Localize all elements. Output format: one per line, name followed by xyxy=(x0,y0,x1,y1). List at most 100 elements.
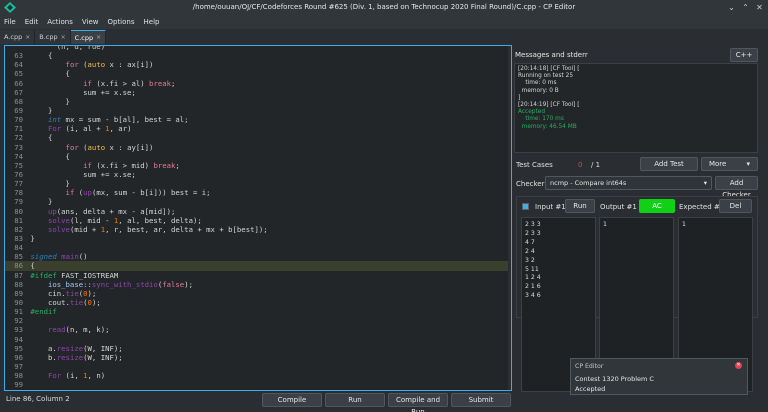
notification-close-icon[interactable]: ✕ xyxy=(735,362,742,369)
code-line[interactable]: 88 ios_base::sync_with_stdio(false); xyxy=(5,280,511,289)
compile-and-run-button[interactable]: Compile and Run xyxy=(388,393,448,412)
code-line[interactable]: 68 } xyxy=(5,97,511,106)
notification-popup[interactable]: CP Editor ✕ Contest 1320 Problem C Accep… xyxy=(570,358,748,395)
code-line[interactable]: 99 xyxy=(5,380,511,389)
code-text: for (auto x : ax[i]) xyxy=(65,60,154,70)
input-label: Input #1 xyxy=(535,203,566,211)
close-icon[interactable]: ✕ xyxy=(755,3,764,12)
code-line[interactable]: 82 solve(mid + 1, r, best, ar, delta + m… xyxy=(5,225,511,234)
line-number: 92 xyxy=(14,316,23,326)
menu-actions[interactable]: Actions xyxy=(47,18,73,26)
code-line[interactable]: 63 { xyxy=(5,51,511,60)
compile-button[interactable]: Compile xyxy=(262,393,322,407)
code-line[interactable]: 76 sum += x.se; xyxy=(5,170,511,179)
code-line[interactable]: 84 xyxy=(5,243,511,252)
code-line[interactable]: 72 { xyxy=(5,133,511,142)
tab-close-icon[interactable]: × xyxy=(61,34,66,41)
code-line[interactable]: 86 { xyxy=(5,261,511,271)
messages-title: Messages and stderr xyxy=(515,51,588,59)
code-line[interactable]: 67 sum += x.se; xyxy=(5,88,511,97)
code-text: } xyxy=(26,197,53,207)
menu-edit[interactable]: Edit xyxy=(25,18,39,26)
line-number: 93 xyxy=(14,325,23,335)
maximize-icon[interactable]: ⌃ xyxy=(741,3,750,12)
line-number: 97 xyxy=(14,361,23,371)
line-number: 81 xyxy=(14,215,23,225)
code-line[interactable]: 73 for (auto x : ay[i]) xyxy=(5,143,511,152)
code-line[interactable]: 74 { xyxy=(5,152,511,161)
menu-view[interactable]: View xyxy=(82,18,99,26)
code-line[interactable]: 85 signed main() xyxy=(5,252,511,261)
testcase-checkbox[interactable] xyxy=(522,203,529,210)
code-line[interactable]: 91 #endif xyxy=(5,307,511,316)
title-bar: /home/ouuan/OJ/CF/Codeforces Round #625 … xyxy=(0,0,768,15)
delete-test-button[interactable]: Del xyxy=(719,199,752,213)
line-number: 96 xyxy=(14,352,23,362)
code-line[interactable]: 79 } xyxy=(5,197,511,206)
tab-c-cpp[interactable]: C.cpp × xyxy=(70,30,107,44)
input-line: 4 7 xyxy=(525,238,535,246)
code-line[interactable]: 92 xyxy=(5,316,511,325)
file-tabs: A.cpp × B.cpp × C.cpp × xyxy=(0,30,120,44)
code-text: if (up(mx, sum - b[i])) best = i; xyxy=(65,188,211,198)
notification-title: CP Editor xyxy=(575,363,604,370)
run-test-button[interactable]: Run xyxy=(565,199,595,213)
message-line: ] xyxy=(518,94,521,101)
code-line[interactable]: 93 read(n, m, k); xyxy=(5,325,511,334)
code-line[interactable]: 78 if (up(mx, sum - b[i])) best = i; xyxy=(5,188,511,197)
more-button[interactable]: More ▾ xyxy=(701,157,758,171)
submit-button[interactable]: Submit xyxy=(451,393,511,407)
checker-select[interactable]: ncmp - Compare int64s ▾ xyxy=(545,176,712,190)
line-number: 86 xyxy=(14,261,23,271)
code-line[interactable]: 95 a.resize(W, INF); xyxy=(5,344,511,353)
code-line[interactable]: 65 { xyxy=(5,69,511,78)
tab-close-icon[interactable]: × xyxy=(96,34,101,41)
code-line[interactable]: 64 for (auto x : ax[i]) xyxy=(5,60,511,69)
code-line[interactable]: 90 cout.tie(0); xyxy=(5,298,511,307)
tab-close-icon[interactable]: × xyxy=(25,34,30,41)
code-editor[interactable]: (n, d, rue) 63 {64 for (auto x : ax[i]) 65… xyxy=(4,45,512,391)
code-line[interactable]: 83 } xyxy=(5,234,511,243)
code-line[interactable]: 81 solve(l, mid - 1, al, best, delta); xyxy=(5,216,511,225)
code-line[interactable]: 71 For (i, al + 1, ar) xyxy=(5,124,511,133)
code-line[interactable]: 66 if (x.fi > al) break; xyxy=(5,79,511,88)
code-line[interactable]: 80 up(ans, delta + mx - a[mid]); xyxy=(5,207,511,216)
code-line[interactable]: 98 For (i, 1, n) xyxy=(5,371,511,380)
menu-bar: File Edit Actions View Options Help xyxy=(0,15,768,29)
code-line[interactable]: 70 int mx = sum - b[al], best = al; xyxy=(5,115,511,124)
code-text: up(ans, delta + mx - a[mid]); xyxy=(47,206,176,216)
add-test-button[interactable]: Add Test xyxy=(640,157,698,171)
run-button[interactable]: Run xyxy=(325,393,385,407)
tab-b-cpp[interactable]: B.cpp × xyxy=(35,30,71,44)
input-line: 2 3 3 xyxy=(525,229,541,237)
code-line[interactable]: 87 #ifdef FAST_IOSTREAM xyxy=(5,271,511,280)
menu-file[interactable]: File xyxy=(4,18,16,26)
message-line: time: 170 ms xyxy=(518,116,564,123)
line-number: 67 xyxy=(14,87,23,97)
menu-help[interactable]: Help xyxy=(144,18,160,26)
tab-a-cpp[interactable]: A.cpp × xyxy=(0,30,36,44)
message-line: Accepted xyxy=(518,109,546,116)
minimize-icon[interactable]: ⌄ xyxy=(727,3,736,12)
code-line[interactable]: 96 b.resize(W, INF); xyxy=(5,353,511,362)
test-cases-label: Test Cases xyxy=(516,161,553,169)
code-text: { xyxy=(26,133,53,143)
menu-options[interactable]: Options xyxy=(107,18,134,26)
messages-box[interactable]: [20:14:18] [CF Tool] [Running on test 25… xyxy=(514,63,758,153)
code-line[interactable]: 77 } xyxy=(5,179,511,188)
line-number: 73 xyxy=(14,142,23,152)
code-text: solve(l, mid - 1, al, best, delta); xyxy=(47,215,202,225)
code-text: a.resize(W, INF); xyxy=(26,343,123,353)
line-number: 90 xyxy=(14,297,23,307)
add-checker-button[interactable]: Add Checker xyxy=(715,176,758,199)
code-line[interactable]: 94 xyxy=(5,335,511,344)
editor-scrollbar[interactable] xyxy=(508,46,511,390)
language-button[interactable]: C++ xyxy=(730,48,758,62)
code-line[interactable]: 89 cin.tie(0); xyxy=(5,289,511,298)
code-text: { xyxy=(26,51,53,61)
code-line[interactable]: 69 } xyxy=(5,106,511,115)
code-line[interactable]: 75 if (x.fi > mid) break; xyxy=(5,161,511,170)
code-line[interactable]: 97 xyxy=(5,362,511,371)
